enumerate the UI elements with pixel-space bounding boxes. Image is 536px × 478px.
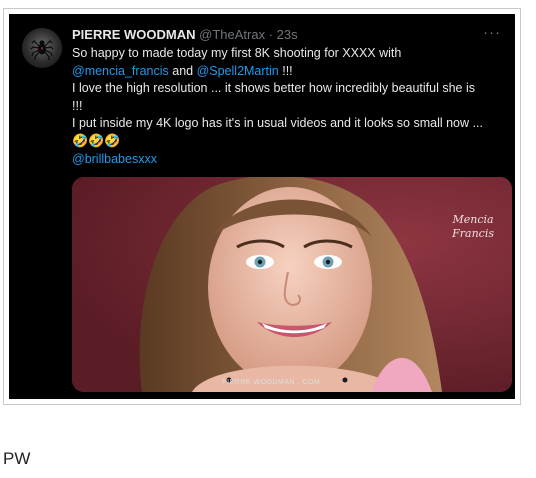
tweet-text: So happy to made today my first 8K shoot… [72,45,512,168]
tweet-line-2-end: !!! [278,63,293,78]
site-logo-text: PIERRE WOODMAN . COM [222,379,321,386]
mention-brillbabesxxx[interactable]: @brillbabesxxx [72,151,512,169]
rofl-emoji-icons: 🤣🤣🤣 [72,133,121,149]
tweet-card[interactable]: PIERRE WOODMAN @TheAtrax · 23s ··· So ha… [9,14,515,399]
tweet-line-3: I love the high resolution ... it shows … [72,81,475,96]
tweet-line-1: So happy to made today my first 8K shoot… [72,46,402,60]
author-name[interactable]: PIERRE WOODMAN [72,27,196,42]
tweet-line-2-mid: and [168,63,197,78]
embedded-image-frame: PIERRE WOODMAN @TheAtrax · 23s ··· So ha… [3,8,521,405]
spider-logo-icon [30,40,54,60]
tweet-line-2: @mencia_francis and @Spell2Martin !!! [72,63,512,81]
image-caption: PW [3,449,31,468]
tweet-header: PIERRE WOODMAN @TheAtrax · 23s [72,27,485,43]
mention-mencia-francis[interactable]: @mencia_francis [72,64,169,78]
site-logo-watermark: PIERRE WOODMAN . COM [222,379,320,386]
watermark-line-2: Francis [452,227,494,240]
avatar[interactable] [22,28,62,68]
tweet-line-5: I put inside my 4K logo has it's in usua… [72,116,483,131]
tweet-media-photo[interactable]: Mencia Francis PIERRE WOODMAN . COM [72,177,512,392]
portrait-photo [72,177,512,392]
author-handle[interactable]: @TheAtrax [199,27,265,42]
more-horizontal-icon[interactable]: ··· [483,24,501,41]
signature-watermark: Mencia Francis [452,213,494,241]
mention-spell2martin[interactable]: @Spell2Martin [197,64,279,78]
timestamp[interactable]: 23s [277,27,298,42]
separator: · [268,27,274,42]
tweet-line-4: !!! [72,98,83,113]
watermark-line-1: Mencia [452,213,494,226]
